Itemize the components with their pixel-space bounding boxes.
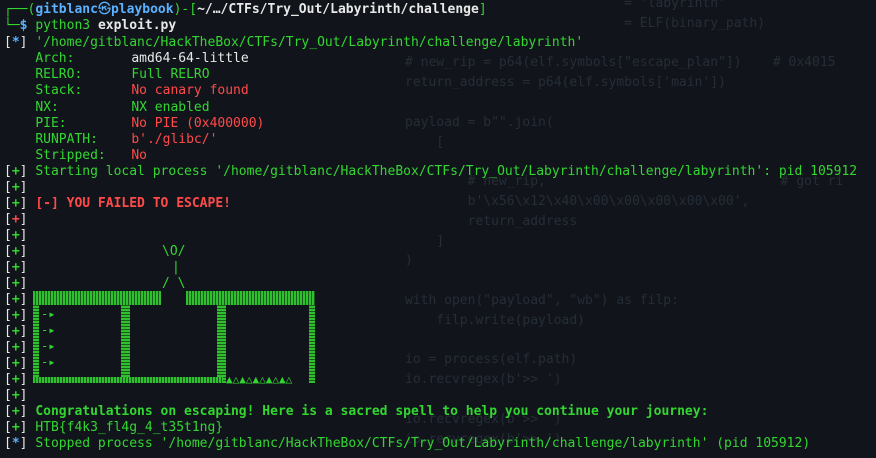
maze-wall-right: [309, 305, 315, 383]
tag-line: [+]: [4, 260, 28, 275]
checksec-key: RELRO:: [35, 67, 83, 83]
congrats-line: [+] Congratulations on escaping! Here is…: [4, 404, 709, 419]
tag-line-red: [+]: [4, 212, 28, 227]
flag-line: [+] HTB{f4k3_fl4g_4_t35t1ng}: [4, 420, 224, 435]
checksec-row: RUNPATH: b'./glibc/': [4, 132, 217, 148]
prompt-path: ~/…/CTFs/Try_Out/Labyrinth/challenge: [197, 2, 479, 17]
checksec-key: RUNPATH:: [35, 132, 98, 147]
checksec-row: PIE: No PIE (0x400000): [4, 116, 264, 132]
maze-wall-top-left: [33, 291, 161, 305]
prompt-host: playbook: [110, 2, 174, 17]
escapee-legs: / \: [162, 276, 186, 291]
checksec-value: No PIE (0x400000): [131, 115, 265, 131]
checksec-value: No canary found: [131, 83, 249, 99]
tag-line: [+]: [4, 228, 28, 243]
binary-path-line: [*] '/home/gitblanc/HackTheBox/CTFs/Try_…: [4, 35, 584, 50]
maze-arrow: -▸: [41, 339, 56, 353]
tag-line: [+]: [4, 340, 28, 355]
tag-line: [+]: [4, 244, 28, 259]
checksec-row: Arch: amd64-64-little: [4, 51, 249, 67]
tag-line: [+]: [4, 356, 28, 371]
checksec-key: NX:: [35, 99, 59, 115]
tag-line: [+]: [4, 292, 28, 307]
checksec-row: Stripped: No: [4, 148, 147, 164]
checksec-value: b'./glibc/': [131, 132, 218, 147]
checksec-key: Stripped:: [35, 148, 106, 164]
command-arg: exploit.py: [97, 18, 177, 33]
failed-line: [+] [-] YOU FAILED TO ESCAPE!: [4, 196, 231, 211]
tag-line: [+]: [4, 324, 28, 339]
maze-wall-top-right: [186, 291, 315, 305]
maze-arrow: -▸: [41, 355, 56, 369]
binary-path: '/home/gitblanc/HackTheBox/CTFs/Try_Out/…: [35, 35, 584, 50]
maze-arrow: -▸: [41, 323, 56, 337]
checksec-row: NX: NX enabled: [4, 99, 210, 116]
tag-star: *: [11, 35, 20, 50]
checksec-key: Stack:: [35, 83, 83, 99]
checksec-row: RELRO: Full RELRO: [4, 67, 210, 83]
checksec-value: amd64-64-little: [131, 51, 249, 66]
failed-text: [-] YOU FAILED TO ESCAPE!: [35, 196, 231, 211]
stopped-line: [*] Stopped process '/home/gitblanc/Hack…: [4, 436, 811, 451]
starting-process-line: [+] Starting local process '/home/gitbla…: [4, 164, 858, 179]
tag-line: [+]: [4, 180, 28, 195]
congrats-text: Congratulations on escaping! Here is a s…: [35, 404, 709, 419]
command-name: python3: [35, 18, 91, 33]
starting-process-text: Starting local process '/home/gitblanc/H…: [35, 164, 858, 179]
tag-line: [+]: [4, 276, 28, 291]
maze-spikes: ▲△▲△▲△▲△▲△: [226, 373, 293, 386]
tag-line: [+]: [4, 388, 28, 403]
stopped-text: Stopped process '/home/gitblanc/HackTheB…: [35, 436, 811, 451]
maze-wall-divider-1: [121, 305, 130, 383]
checksec-value: No: [131, 148, 147, 164]
background-editor-code: = "labyrinth" = ELF(binary_path) # new_r…: [405, 0, 844, 447]
tag-line: [+]: [4, 372, 28, 387]
maze-wall-bottom: [33, 377, 223, 383]
escapee-head: \O/: [162, 244, 186, 259]
prompt-header: ┌──(gitblanc㉿playbook)-[~/…/CTFs/Try_Out…: [4, 2, 487, 17]
checksec-key: Arch:: [35, 51, 75, 66]
maze-wall-left: [33, 305, 39, 383]
tag-line: [+]: [4, 308, 28, 323]
flag-text: HTB{f4k3_fl4g_4_t35t1ng}: [35, 420, 224, 435]
checksec-value: NX enabled: [131, 99, 210, 115]
escapee-body: |: [172, 260, 180, 275]
prompt-command-line: └─$ python3 exploit.py: [4, 18, 177, 33]
prompt-at-symbol: ㉿: [97, 2, 111, 17]
checksec-row: Stack: No canary found: [4, 83, 249, 99]
maze-wall-divider-2: [217, 305, 226, 383]
tag-plus: +: [11, 164, 20, 179]
maze-arrow: -▸: [41, 307, 56, 321]
checksec-key: PIE:: [35, 115, 67, 131]
labyrinth-maze: -▸ -▸ -▸ -▸ ▲△▲△▲△▲△▲△: [33, 291, 315, 386]
checksec-value: Full RELRO: [131, 67, 210, 83]
prompt-user: gitblanc: [35, 2, 98, 17]
